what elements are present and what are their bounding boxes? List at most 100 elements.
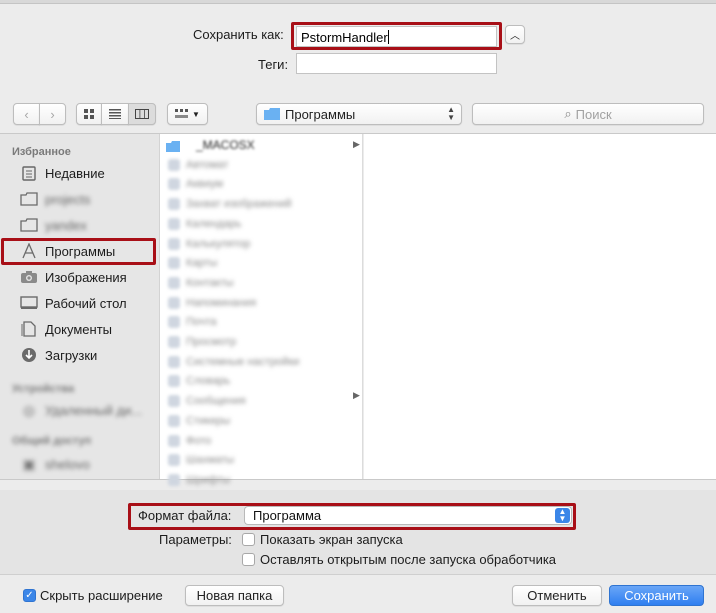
list-item[interactable]: Карты (168, 254, 348, 272)
list-item[interactable]: Сообщения (168, 392, 348, 410)
list-item[interactable]: Стикеры (168, 412, 348, 430)
tags-label: Теги: (258, 57, 289, 72)
list-item[interactable]: Словарь (168, 372, 348, 390)
list-item-label: Почта (186, 316, 217, 329)
sidebar-item-label: Недавние (45, 165, 105, 181)
chevron-down-icon: ▼ (192, 109, 200, 119)
list-item-label: Шрифты (186, 473, 231, 486)
location-popup[interactable]: Программы ▲ ▼ (256, 103, 462, 125)
text-cursor (387, 30, 389, 44)
tags-input[interactable] (296, 53, 497, 74)
sidebar-item-documents[interactable]: Документы (0, 317, 160, 341)
sidebar-item-label: Документы (45, 321, 113, 337)
list-item[interactable]: Захват изображений (168, 195, 348, 213)
format-highlight (128, 503, 576, 530)
window-top-edge (0, 0, 716, 4)
list-item[interactable]: Шахматы (168, 451, 348, 469)
show-launch-screen-checkbox[interactable] (242, 533, 255, 546)
list-item[interactable]: Напоминания (168, 294, 348, 312)
icon-view-button[interactable] (76, 103, 102, 125)
list-item-label: Карты (186, 257, 218, 270)
list-item-label: _MACOSX (196, 138, 255, 152)
list-item-label: Автомат (186, 158, 229, 171)
sidebar-item-recents[interactable]: Недавние (0, 161, 160, 185)
devices-header: Устройства (12, 383, 75, 395)
chevron-right-icon: › (50, 106, 55, 122)
group-by-button[interactable]: ▼ (167, 103, 208, 125)
sidebar-item-label: yandex (45, 217, 87, 233)
save-as-label: Сохранить как: (193, 27, 284, 42)
forward-button[interactable]: › (39, 103, 66, 125)
list-item-label: Стикеры (186, 414, 231, 427)
list-item-label: Календарь (186, 217, 242, 230)
checkmark-icon: ✓ (25, 590, 34, 601)
sidebar-item-desktop[interactable]: Рабочий стол (0, 291, 160, 315)
app-icon (168, 355, 180, 368)
app-icon (168, 454, 180, 467)
sidebar-item-downloads[interactable]: Загрузки (0, 343, 160, 367)
preview-column (364, 134, 716, 479)
group-icon (175, 109, 189, 118)
disclosure-arrow-icon: ▶ (353, 390, 360, 400)
new-folder-button[interactable]: Новая папка (185, 585, 284, 606)
list-item-label: Сообщения (186, 395, 246, 408)
sidebar-item-pictures[interactable]: Изображения (0, 265, 160, 289)
app-icon (168, 395, 180, 408)
desktop-icon (20, 295, 38, 311)
column-view-button[interactable] (128, 103, 156, 125)
list-item-label: Фото (186, 434, 212, 447)
list-item[interactable]: Калькулятор (168, 235, 348, 253)
app-icon (168, 473, 180, 486)
sidebar-item-label: projects (45, 191, 91, 207)
save-as-value: PstormHandler (301, 30, 388, 45)
disc-icon: ◎ (22, 401, 36, 418)
location-label: Программы (285, 106, 356, 122)
disclosure-arrow-icon: ▶ (353, 139, 360, 149)
save-button[interactable]: Сохранить (609, 585, 704, 606)
sidebar-item-shared[interactable]: ▣ shelovo (0, 452, 160, 476)
hide-extension-checkbox[interactable]: ✓ (23, 589, 36, 602)
collapse-chevron-button[interactable]: ︿ (505, 25, 525, 44)
list-view-button[interactable] (101, 103, 129, 125)
list-item-label: Захват изображений (186, 198, 292, 211)
camera-icon (20, 269, 38, 285)
list-item-label: Шахматы (186, 454, 235, 467)
back-button[interactable]: ‹ (13, 103, 40, 125)
list-item[interactable]: Календарь (168, 215, 348, 233)
sidebar-item-label: shelovo (45, 456, 90, 472)
sidebar-item-yandex[interactable]: yandex (0, 213, 160, 237)
stay-open-label: Оставлять открытым после запуска обработ… (260, 552, 557, 567)
list-item[interactable]: Почта (168, 313, 348, 331)
list-item[interactable]: Аквиум (168, 175, 348, 193)
app-icon (168, 237, 180, 250)
list-item[interactable]: Просмотр (168, 333, 348, 351)
list-item[interactable]: Автомат (168, 156, 348, 174)
stay-open-checkbox[interactable] (242, 553, 255, 566)
app-icon (168, 178, 180, 191)
list-item[interactable]: Шрифты (168, 471, 348, 489)
app-icon (168, 158, 180, 171)
search-icon: ⌕ (564, 106, 572, 121)
list-item-label: Аквиум (186, 178, 224, 191)
save-as-input[interactable]: PstormHandler (296, 26, 497, 47)
search-field[interactable]: ⌕ Поиск (472, 103, 704, 125)
list-item-label: Словарь (186, 375, 231, 388)
documents-icon (20, 321, 38, 337)
search-placeholder: Поиск (575, 106, 612, 122)
list-item[interactable]: Системные настройки (168, 353, 348, 371)
sidebar-item-label: Удаленный ди... (45, 402, 143, 418)
sidebar: Избранное Недавние projects yandex Прогр… (0, 134, 160, 479)
sidebar-item-label: Рабочий стол (45, 295, 127, 311)
list-item[interactable]: Фото (168, 432, 348, 450)
list-item[interactable]: _MACOSX (168, 136, 348, 154)
list-item-label: Контакты (186, 276, 234, 289)
columns-icon (135, 109, 149, 119)
updown-arrows-icon: ▲ ▼ (447, 105, 455, 122)
folder-icon (20, 217, 38, 233)
sidebar-item-remote-disk[interactable]: ◎ Удаленный ди... (0, 398, 160, 422)
sidebar-item-projects[interactable]: projects (0, 187, 160, 211)
app-icon (168, 296, 180, 309)
app-icon (168, 414, 180, 427)
list-item[interactable]: Контакты (168, 274, 348, 292)
cancel-button[interactable]: Отменить (512, 585, 602, 606)
